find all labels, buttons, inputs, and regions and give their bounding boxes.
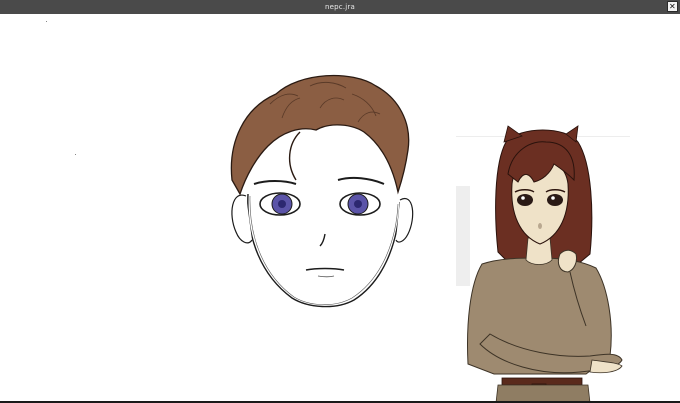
app-window: nepc.jra ✕ bbox=[0, 0, 680, 403]
close-button[interactable]: ✕ bbox=[667, 1, 678, 12]
title-bar: nepc.jra ✕ bbox=[0, 0, 680, 14]
scene-canvas bbox=[0, 14, 680, 403]
close-icon: ✕ bbox=[669, 1, 676, 11]
female-character-sprite bbox=[467, 125, 623, 403]
window-title: nepc.jra bbox=[325, 3, 355, 11]
